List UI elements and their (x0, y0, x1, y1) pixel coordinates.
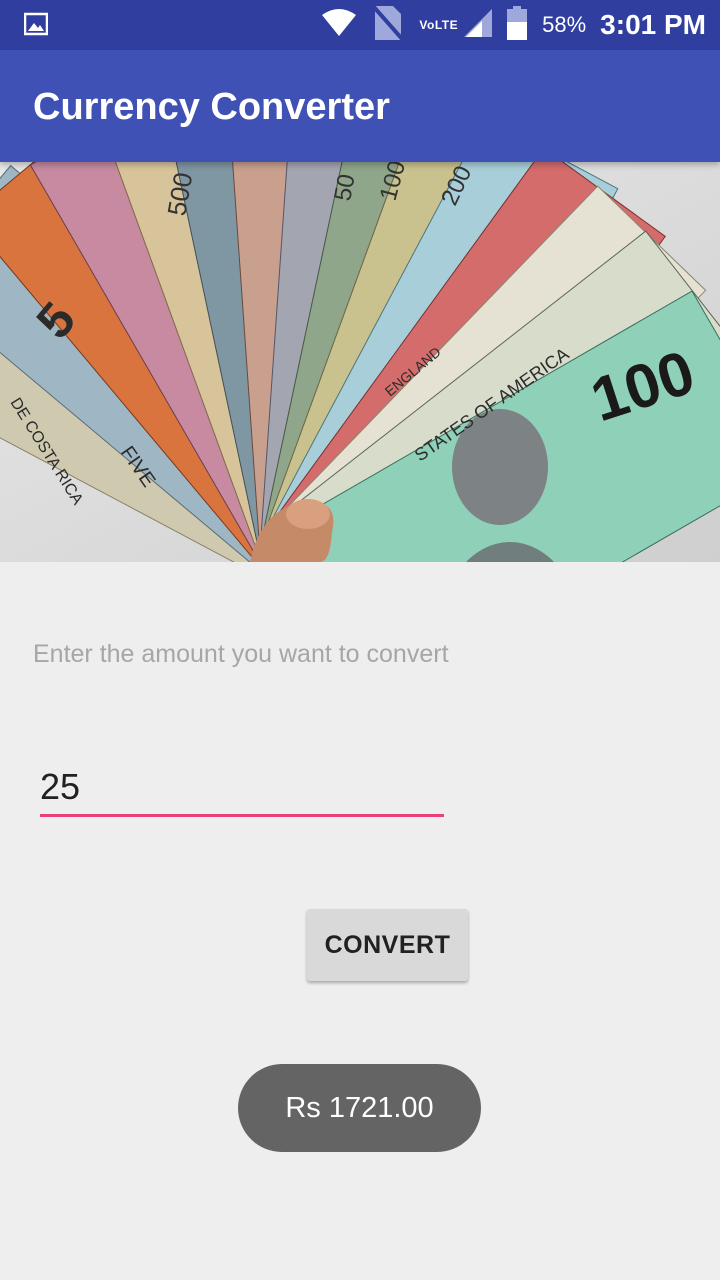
app-bar: Currency Converter (0, 50, 720, 162)
amount-prompt-label: Enter the amount you want to convert (33, 640, 449, 668)
wifi-icon (321, 8, 357, 42)
note-label: 50 (329, 172, 360, 203)
convert-button[interactable]: CONVERT (307, 909, 468, 981)
battery-percent: 58% (542, 12, 587, 37)
battery-icon (506, 5, 528, 45)
signal-icon (464, 8, 493, 42)
app-title: Currency Converter (33, 86, 390, 128)
result-toast: Rs 1721.00 (238, 1064, 481, 1152)
result-toast-text: Rs 1721.00 (285, 1091, 434, 1124)
clock: 3:01 PM (600, 9, 706, 40)
no-sim-icon (371, 4, 405, 47)
status-bar: VoLTE 58% 3:01 PM (0, 0, 720, 50)
image-icon (23, 12, 49, 41)
network-type-label: VoLTE (419, 18, 459, 32)
amount-input[interactable] (40, 760, 444, 817)
currency-banner-image: 100 500 50 100 200 5 FIVE DE COSTA RICA … (0, 162, 720, 562)
